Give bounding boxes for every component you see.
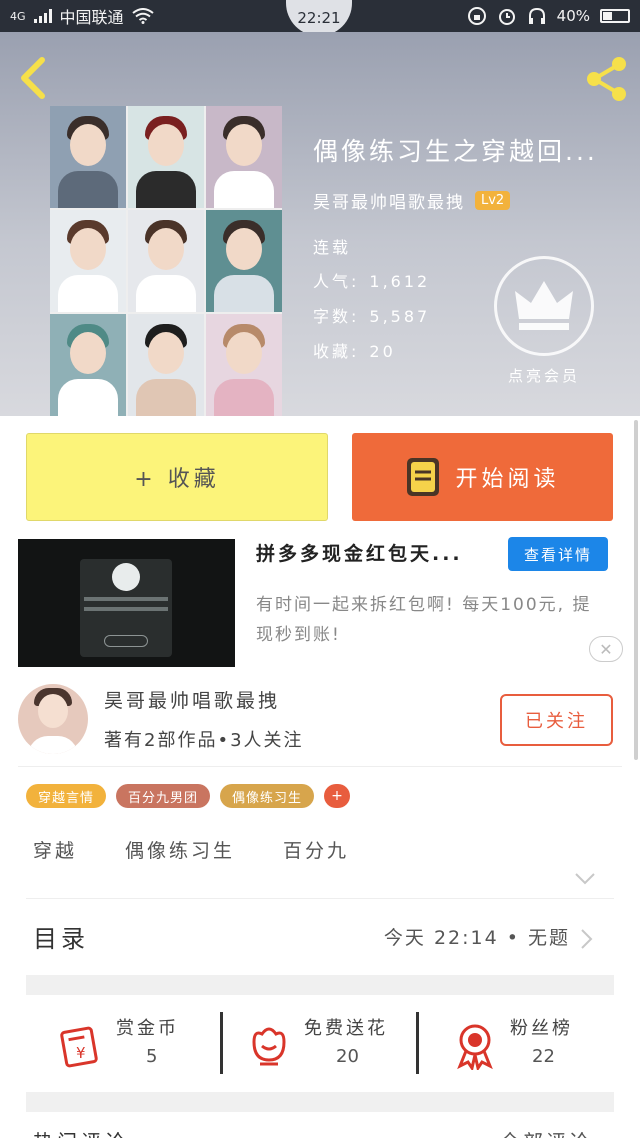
start-reading-button[interactable]: 开始阅读 <box>352 433 613 521</box>
keyword-list: 穿越 偶像练习生 百分九 <box>33 836 349 863</box>
view-details-button[interactable]: 查看详情 <box>508 537 608 571</box>
keyword[interactable]: 偶像练习生 <box>125 836 235 863</box>
toc-latest-chapter[interactable]: 今天 22:14 • 无题 <box>384 923 570 950</box>
author-card-meta: 著有2部作品•3人关注 <box>104 730 304 751</box>
battery-percent: 40% <box>556 7 590 25</box>
reward-label: 赏金币 <box>116 1018 179 1039</box>
medal-icon <box>457 1024 493 1070</box>
red-envelope-icon: ¥ <box>60 1026 98 1068</box>
vip-label[interactable]: 点亮会员 <box>490 365 598 386</box>
toc-title[interactable]: 目录 <box>33 919 89 954</box>
status-right: 40% <box>467 6 630 26</box>
status-left: 4G 中国联通 <box>10 4 154 28</box>
words-label: 字数: <box>313 307 360 326</box>
tag-chip[interactable]: 偶像练习生 <box>220 784 315 808</box>
chevron-right-icon[interactable] <box>580 928 594 950</box>
scrollbar[interactable] <box>634 420 638 760</box>
reward-label: 免费送花 <box>304 1018 388 1039</box>
back-button[interactable] <box>12 54 56 102</box>
reward-value: 5 <box>146 1046 158 1067</box>
tag-chip[interactable]: 百分九男团 <box>116 784 211 808</box>
favorites-stat: 收藏: 20 <box>313 338 396 362</box>
author-card-name[interactable]: 昊哥最帅唱歌最拽 <box>104 686 280 713</box>
back-arrow-icon <box>21 57 45 99</box>
keyword[interactable]: 百分九 <box>283 836 349 863</box>
add-tag-button[interactable]: + <box>324 784 351 808</box>
cover-photo <box>206 210 282 312</box>
section-gap <box>26 1092 614 1112</box>
signal-icon <box>33 9 52 23</box>
collect-button[interactable]: + 收藏 <box>26 433 328 521</box>
keyword[interactable]: 穿越 <box>33 836 77 863</box>
book-author[interactable]: 昊哥最帅唱歌最拽 <box>313 188 465 213</box>
cover-photo <box>128 210 204 312</box>
cover-photo <box>206 314 282 416</box>
cover-photo <box>50 210 126 312</box>
tag-chip[interactable]: 穿越言情 <box>26 784 107 808</box>
reward-label: 粉丝榜 <box>510 1018 573 1039</box>
divider <box>26 898 614 899</box>
reward-flowers[interactable]: 免费送花 20 <box>244 1008 414 1080</box>
carrier-name: 中国联通 <box>59 8 124 27</box>
popularity-value: 1,612 <box>369 272 431 291</box>
ad-close-button[interactable]: ✕ <box>589 636 623 662</box>
reward-value: 20 <box>336 1046 359 1067</box>
network-type: 4G <box>10 9 26 23</box>
all-comments-link[interactable]: 全部评论 <box>500 1126 592 1138</box>
svg-text:¥: ¥ <box>76 1044 86 1062</box>
ad-description: 有时间一起来拆红包啊! 每天100元, 提现秒到账! <box>256 595 592 645</box>
alarm-icon <box>498 9 515 25</box>
headphones-icon <box>528 7 545 24</box>
ad-image[interactable] <box>18 539 235 667</box>
level-badge: Lv2 <box>475 191 511 210</box>
favorites-label: 收藏: <box>313 342 360 361</box>
author-row: 昊哥最帅唱歌最拽 Lv2 <box>313 188 511 213</box>
tag-list: 穿越言情 百分九男团 偶像练习生 + <box>26 784 351 808</box>
serial-status: 连载 <box>313 238 352 257</box>
reward-value: 22 <box>532 1046 555 1067</box>
reward-fans[interactable]: 粉丝榜 22 <box>450 1008 610 1080</box>
section-gap <box>26 975 614 995</box>
book-icon <box>407 458 440 496</box>
hot-comments-title: 热门评论 <box>33 1126 129 1138</box>
popularity-label: 人气: <box>313 272 360 291</box>
popularity-stat: 人气: 1,612 <box>313 268 430 292</box>
follow-button[interactable]: 已关注 <box>500 694 613 746</box>
words-value: 5,587 <box>369 307 431 326</box>
wifi-icon <box>131 8 154 24</box>
cover-photo <box>50 314 126 416</box>
flower-icon <box>252 1027 286 1066</box>
words-stat: 字数: 5,587 <box>313 303 430 327</box>
share-icon <box>587 57 626 101</box>
cover-photo <box>128 106 204 208</box>
rotation-lock-icon <box>467 7 486 25</box>
book-title: 偶像练习生之穿越回... <box>313 137 598 166</box>
book-header: 偶像练习生之穿越回... 昊哥最帅唱歌最拽 Lv2 连载 人气: 1,612 字数… <box>0 32 640 416</box>
expand-chevron-down-icon[interactable] <box>574 872 596 886</box>
start-reading-label: 开始阅读 <box>455 467 560 492</box>
divider <box>220 1012 223 1074</box>
divider <box>416 1012 419 1074</box>
cover-photo <box>50 106 126 208</box>
author-avatar[interactable] <box>18 684 88 754</box>
book-cover[interactable] <box>50 106 282 416</box>
vip-button[interactable] <box>494 256 594 356</box>
reward-coins[interactable]: ¥ 赏金币 5 <box>56 1008 216 1080</box>
cover-photo <box>206 106 282 208</box>
ad-title[interactable]: 拼多多现金红包天... <box>256 539 463 566</box>
share-button[interactable] <box>582 54 632 104</box>
divider <box>18 766 622 767</box>
crown-icon <box>515 281 573 330</box>
favorites-value: 20 <box>369 342 396 361</box>
battery-icon <box>600 9 630 23</box>
cover-photo <box>128 314 204 416</box>
